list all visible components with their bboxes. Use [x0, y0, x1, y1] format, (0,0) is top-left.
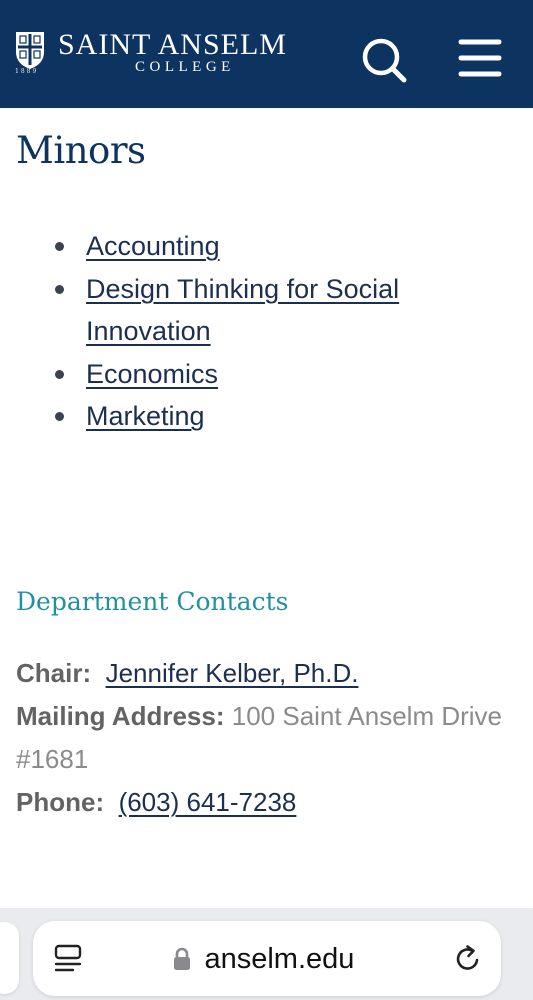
minor-link-economics[interactable]: Economics: [86, 359, 218, 389]
browser-toolbar: anselm.edu: [0, 908, 533, 1000]
page-title: Minors: [16, 129, 146, 172]
chair-link[interactable]: Jennifer Kelber, Ph.D.: [106, 658, 359, 688]
list-bullet: [55, 242, 64, 251]
mailing-row: Mailing Address: 100 Saint Anselm Drive …: [16, 695, 521, 781]
mailing-label: Mailing Address:: [16, 701, 225, 731]
logo-founding-year: 1889: [15, 68, 39, 75]
minors-list: Accounting Design Thinking for Social In…: [0, 225, 533, 438]
college-logo[interactable]: 1889 SAINT ANSELM COLLEGE: [14, 30, 324, 80]
previous-tab-peek[interactable]: [0, 922, 19, 994]
site-header: 1889 SAINT ANSELM COLLEGE: [0, 0, 533, 108]
url-text: anselm.edu: [204, 943, 355, 975]
list-bullet: [55, 369, 64, 379]
minor-link-marketing[interactable]: Marketing: [86, 401, 205, 431]
hamburger-menu-icon: [458, 39, 502, 77]
list-item: Design Thinking for Social Innovation: [0, 268, 533, 353]
list-bullet: [55, 412, 64, 422]
search-button[interactable]: [360, 36, 408, 84]
url-display[interactable]: anselm.edu: [173, 941, 354, 977]
logo-subtitle: COLLEGE: [135, 59, 235, 75]
phone-row: Phone: (603) 641-7238: [16, 781, 521, 824]
phone-label: Phone:: [16, 787, 105, 817]
minor-link-design-thinking[interactable]: Design Thinking for Social Innovation: [86, 274, 399, 347]
tab-overview-icon[interactable]: [53, 943, 83, 973]
list-item: Marketing: [0, 395, 533, 438]
phone-link[interactable]: (603) 641-7238: [119, 787, 297, 817]
department-contacts: Chair: Jennifer Kelber, Ph.D. Mailing Ad…: [16, 652, 521, 824]
list-bullet: [55, 284, 64, 294]
list-item: Accounting: [0, 225, 533, 268]
logo-wordmark: SAINT ANSELM: [58, 28, 287, 61]
search-icon: [362, 38, 407, 83]
minor-link-accounting[interactable]: Accounting: [86, 231, 220, 261]
reload-icon[interactable]: [452, 943, 484, 975]
lock-icon: [174, 947, 190, 970]
menu-button[interactable]: [456, 38, 504, 82]
contacts-heading: Department Contacts: [16, 587, 289, 616]
chair-label: Chair:: [16, 658, 92, 688]
address-bar[interactable]: anselm.edu: [33, 921, 501, 996]
shield-icon: [16, 32, 44, 69]
list-item: Economics: [0, 353, 533, 396]
chair-row: Chair: Jennifer Kelber, Ph.D.: [16, 652, 521, 695]
